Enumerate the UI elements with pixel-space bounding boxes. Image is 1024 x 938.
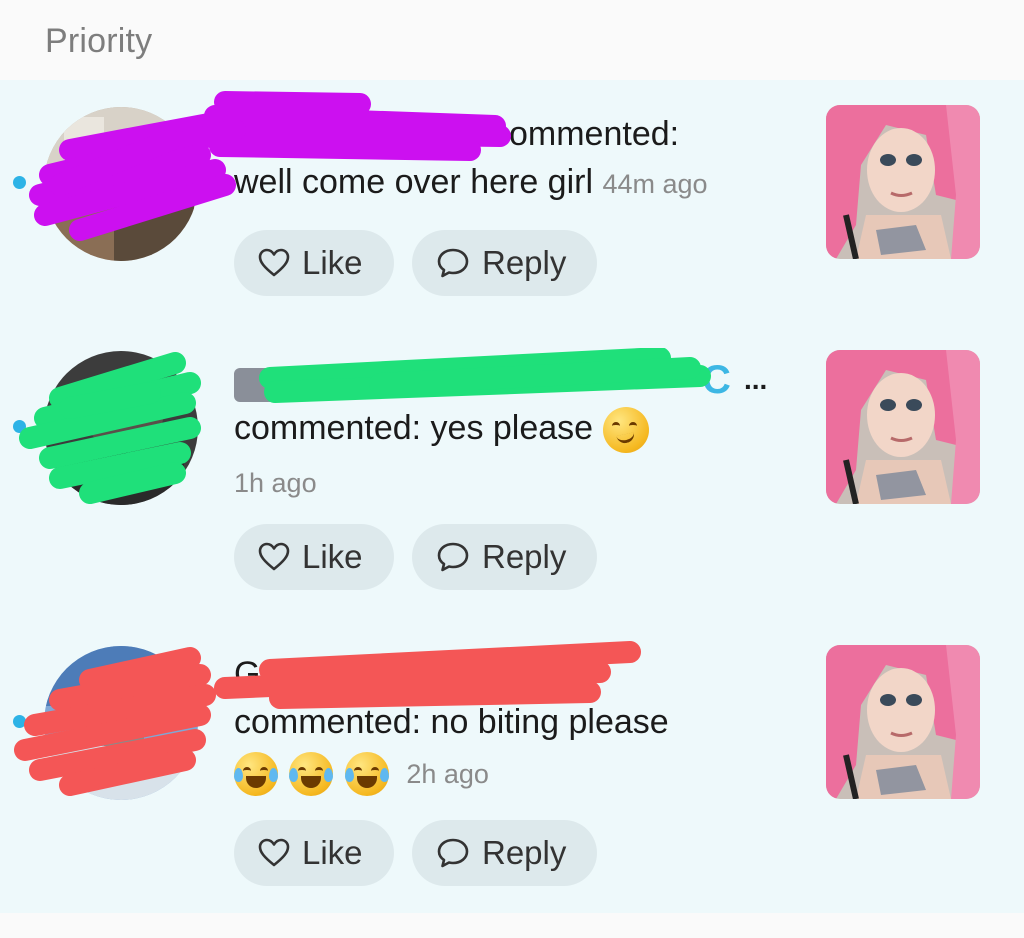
reply-button[interactable]: Reply: [412, 524, 597, 590]
reply-label: Reply: [482, 244, 567, 281]
notification-text: G commented: no biting please 2h ago: [234, 650, 794, 798]
comment-line: commented: no biting please: [234, 698, 794, 746]
smirk-emoji: [602, 407, 649, 454]
like-label: Like: [302, 834, 363, 871]
commenter-line: C ...: [234, 356, 794, 404]
timestamp: 44m ago: [602, 169, 708, 199]
unread-indicator: [13, 420, 26, 433]
heart-icon: [258, 838, 290, 867]
reply-button[interactable]: Reply: [412, 230, 597, 296]
heart-icon: [258, 542, 290, 571]
notification-item[interactable]: G commented: no biting please 2h ago Lik…: [0, 640, 1024, 930]
notification-actions: Like Reply: [234, 820, 597, 886]
section-title: Priority: [45, 22, 153, 60]
section-header: Priority: [0, 0, 1024, 80]
notification-item[interactable]: ommented: well come over here girl 44m a…: [0, 80, 1024, 370]
timestamp-line: 1h ago: [234, 457, 794, 507]
chat-bubble-icon: [437, 542, 469, 572]
reply-label: Reply: [482, 834, 567, 871]
name-ellipsis: ...: [744, 364, 768, 395]
reply-label: Reply: [482, 538, 567, 575]
unread-indicator: [13, 715, 26, 728]
post-thumbnail[interactable]: [826, 645, 980, 799]
redacted-name-end: C: [702, 358, 731, 402]
bottom-strip: [0, 913, 1024, 938]
timestamp: 2h ago: [406, 759, 489, 789]
tears-of-joy-emoji: [234, 752, 278, 797]
like-label: Like: [302, 538, 363, 575]
heart-icon: [258, 248, 290, 277]
notification-text: C ... commented: yes please 1h ago: [234, 356, 794, 507]
like-button[interactable]: Like: [234, 820, 394, 886]
notification-text: ommented: well come over here girl 44m a…: [234, 110, 794, 208]
notification-item[interactable]: C ... commented: yes please 1h ago Like …: [0, 348, 1024, 638]
post-thumbnail[interactable]: [826, 350, 980, 504]
post-thumbnail[interactable]: [826, 105, 980, 259]
redacted-name-start: G: [234, 655, 261, 693]
commenter-line: ommented:: [234, 110, 794, 158]
avatar[interactable]: [44, 646, 198, 800]
emoji-time-line: 2h ago: [234, 748, 794, 798]
chat-bubble-icon: [437, 838, 469, 868]
unread-indicator: [13, 176, 26, 189]
comment-message: commented: no biting please: [234, 703, 669, 741]
notification-feed: ommented: well come over here girl 44m a…: [0, 80, 1024, 913]
notification-actions: Like Reply: [234, 524, 597, 590]
comment-message: commented: yes please: [234, 409, 594, 447]
reply-button[interactable]: Reply: [412, 820, 597, 886]
like-button[interactable]: Like: [234, 524, 394, 590]
comment-line: commented: yes please: [234, 404, 794, 454]
comment-verb: ommented:: [509, 115, 680, 153]
tears-of-joy-emoji: [289, 752, 334, 797]
avatar[interactable]: [44, 107, 198, 261]
comment-message: well come over here girl: [234, 163, 594, 201]
like-button[interactable]: Like: [234, 230, 394, 296]
avatar[interactable]: [44, 351, 198, 505]
notification-actions: Like Reply: [234, 230, 597, 296]
dollar-bill-emoji: [288, 370, 330, 396]
timestamp: 1h ago: [234, 468, 317, 499]
inbox-tray-emoji: [338, 374, 382, 398]
chat-bubble-icon: [437, 248, 469, 278]
tears-of-joy-emoji: [344, 752, 389, 797]
comment-line: well come over here girl 44m ago: [234, 158, 794, 208]
like-label: Like: [302, 244, 363, 281]
commenter-line: G: [234, 650, 794, 698]
slot-machine-emoji: [234, 368, 278, 402]
